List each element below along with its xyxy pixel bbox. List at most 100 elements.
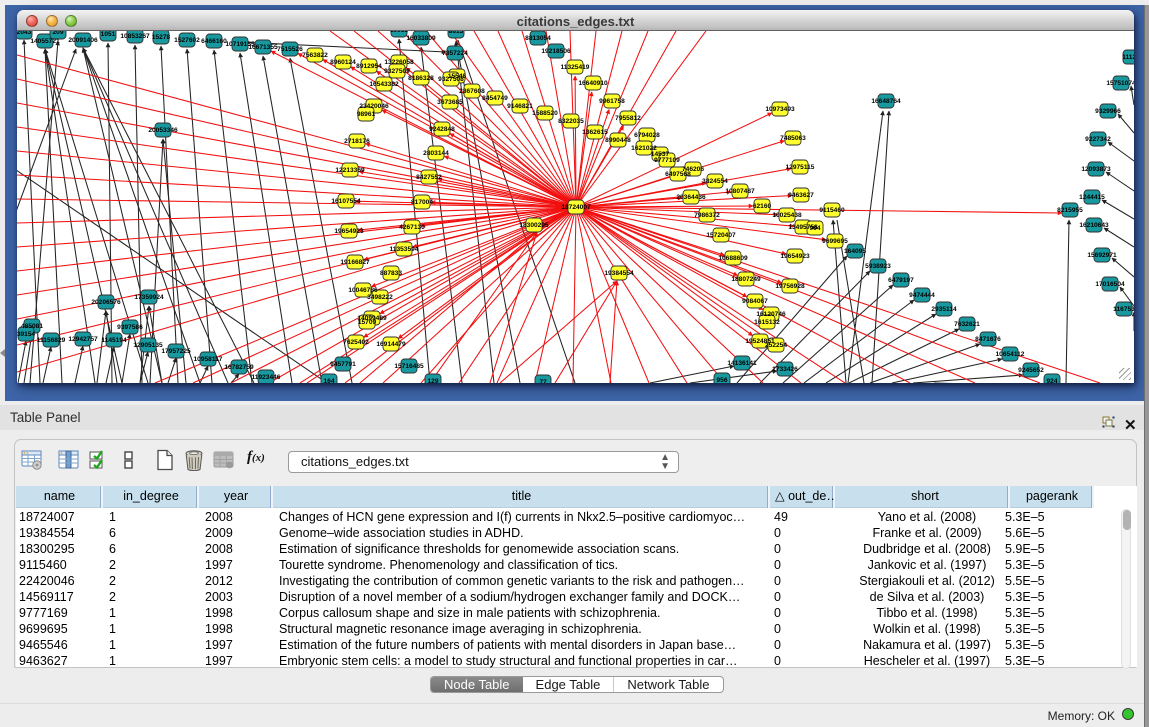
svg-text:2935114: 2935114: [931, 306, 957, 313]
svg-text:12905135: 12905135: [133, 342, 163, 349]
svg-text:10973493: 10973493: [765, 106, 795, 113]
svg-text:485081: 485081: [21, 323, 43, 330]
svg-text:7632621: 7632621: [954, 321, 980, 328]
svg-text:11353594: 11353594: [390, 246, 419, 253]
svg-text:20364436: 20364436: [676, 194, 706, 201]
svg-text:2043: 2043: [17, 31, 32, 36]
svg-text:2803144: 2803144: [423, 150, 449, 157]
svg-text:817004: 817004: [411, 199, 433, 206]
svg-text:17359924: 17359924: [134, 294, 164, 301]
svg-text:7515526: 7515526: [277, 46, 303, 53]
svg-text:11125: 11125: [1122, 54, 1134, 61]
svg-text:7563822: 7563822: [302, 52, 328, 59]
svg-text:17957225: 17957225: [161, 348, 191, 355]
svg-text:9084067: 9084067: [742, 298, 768, 305]
svg-text:7485063: 7485063: [780, 135, 806, 142]
svg-text:9961758: 9961758: [599, 98, 625, 105]
svg-text:18724007: 18724007: [561, 204, 591, 211]
svg-text:164: 164: [323, 378, 334, 383]
svg-text:14055721: 14055721: [30, 38, 60, 45]
svg-text:19654923: 19654923: [334, 228, 364, 235]
svg-text:9146821: 9146821: [507, 103, 533, 110]
svg-text:7955812: 7955812: [615, 115, 641, 122]
svg-text:1145194: 1145194: [101, 337, 127, 344]
svg-text:4267130: 4267130: [399, 224, 425, 231]
svg-text:1244415: 1244415: [1079, 194, 1105, 201]
svg-text:1588520: 1588520: [532, 110, 558, 117]
svg-text:8186328: 8186328: [408, 75, 434, 82]
svg-text:15709: 15709: [358, 319, 377, 326]
svg-text:16914479: 16914479: [376, 341, 406, 348]
svg-text:62160: 62160: [753, 203, 772, 210]
svg-text:1733426: 1733426: [772, 366, 798, 373]
svg-text:20053346: 20053346: [148, 127, 178, 134]
svg-text:11325419: 11325419: [561, 64, 590, 71]
svg-text:7625402: 7625402: [343, 339, 369, 346]
svg-text:20206576: 20206576: [91, 299, 121, 306]
svg-text:15692971: 15692971: [1087, 252, 1117, 259]
svg-text:12942757: 12942757: [68, 336, 98, 343]
svg-text:6479197: 6479197: [888, 277, 914, 284]
svg-text:16120746: 16120746: [756, 311, 786, 318]
svg-text:8912954: 8912954: [356, 63, 382, 70]
svg-text:15720407: 15720407: [706, 232, 736, 239]
svg-text:12213369: 12213369: [335, 167, 365, 174]
svg-text:9227342: 9227342: [1085, 136, 1111, 143]
svg-text:8813: 8813: [449, 31, 464, 35]
svg-text:6466160: 6466160: [201, 38, 227, 45]
svg-text:14136141: 14136141: [727, 360, 757, 367]
svg-text:116753: 116753: [1113, 306, 1134, 313]
svg-text:10853267: 10853267: [120, 33, 150, 40]
svg-text:19033: 19033: [390, 31, 409, 34]
svg-text:15278: 15278: [152, 34, 171, 41]
svg-text:10654112: 10654112: [996, 351, 1025, 358]
svg-text:956: 956: [716, 377, 727, 383]
svg-text:10807487: 10807487: [725, 188, 755, 195]
svg-text:8990448: 8990448: [605, 137, 631, 144]
svg-text:3824554: 3824554: [702, 178, 728, 185]
svg-text:6497568: 6497568: [665, 171, 691, 178]
svg-text:10958117: 10958117: [194, 356, 223, 363]
svg-text:8960124: 8960124: [330, 59, 356, 66]
svg-text:209: 209: [52, 31, 63, 36]
svg-text:16543382: 16543382: [369, 81, 399, 88]
svg-text:15716485: 15716485: [394, 363, 424, 370]
svg-text:12975115: 12975115: [786, 164, 815, 171]
svg-text:9699695: 9699695: [822, 238, 848, 245]
svg-text:39154: 39154: [17, 331, 35, 338]
svg-text:9777109: 9777109: [654, 157, 680, 164]
svg-text:98961: 98961: [357, 111, 376, 118]
svg-text:8322035: 8322035: [558, 118, 584, 125]
svg-text:252254: 252254: [765, 342, 787, 349]
svg-text:1362615: 1362615: [582, 129, 608, 136]
svg-text:887833: 887833: [380, 270, 402, 277]
svg-text:18300295: 18300295: [519, 222, 549, 229]
svg-text:9474444: 9474444: [909, 292, 935, 299]
svg-text:18807249: 18807249: [731, 276, 761, 283]
svg-text:8427552: 8427552: [416, 174, 442, 181]
svg-text:19756928: 19756928: [775, 283, 805, 290]
svg-text:8471676: 8471676: [975, 336, 1001, 343]
svg-text:9327508: 9327508: [438, 76, 464, 83]
svg-text:924: 924: [1046, 378, 1057, 383]
svg-text:11156829: 11156829: [37, 337, 66, 344]
svg-text:7986372: 7986372: [694, 212, 720, 219]
svg-text:9327509: 9327509: [384, 68, 410, 75]
svg-text:9245652: 9245652: [1018, 367, 1044, 374]
svg-text:19654923: 19654923: [780, 253, 810, 260]
svg-text:9397586: 9397586: [117, 324, 143, 331]
svg-text:20091406: 20091406: [68, 37, 98, 44]
svg-text:15751074: 15751074: [1106, 80, 1134, 87]
svg-text:1051: 1051: [101, 31, 116, 38]
svg-text:7857224: 7857224: [442, 50, 468, 57]
svg-text:1615132: 1615132: [754, 319, 780, 326]
svg-text:9457791: 9457791: [330, 361, 356, 368]
svg-text:9115460: 9115460: [819, 207, 845, 214]
svg-text:19384554: 19384554: [604, 270, 634, 277]
svg-text:12093873: 12093873: [1081, 166, 1111, 173]
svg-text:10025438: 10025438: [772, 212, 802, 219]
svg-text:16033809: 16033809: [406, 35, 436, 42]
svg-text:17016504: 17016504: [1095, 281, 1125, 288]
svg-text:129: 129: [427, 378, 438, 383]
svg-text:3673685: 3673685: [437, 99, 463, 106]
